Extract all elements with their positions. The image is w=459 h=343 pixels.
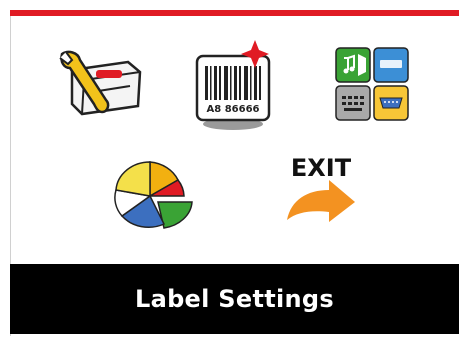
exit-label: EXIT: [291, 154, 352, 182]
printer-wrench-icon: [59, 50, 142, 116]
barcode-label-icon: A8 86666: [195, 40, 271, 130]
pie-chart-icon: [114, 161, 193, 229]
accent-bar: [10, 10, 459, 16]
ports-interface-icon: [335, 47, 409, 121]
barcode-caption: A8 86666: [207, 104, 260, 115]
status-footer: Label Settings: [10, 264, 459, 334]
statistics-tile[interactable]: [108, 158, 196, 230]
menu-title: Label Settings: [134, 285, 334, 313]
label-settings-tile[interactable]: A8 86666: [193, 40, 273, 132]
device-screen: A8 86666 EXIT Label Settings: [0, 0, 459, 343]
interface-settings-tile[interactable]: [334, 46, 412, 122]
exit-arrow-icon: EXIT: [287, 154, 355, 222]
exit-tile[interactable]: EXIT: [281, 154, 361, 226]
printer-settings-tile[interactable]: [58, 48, 144, 124]
